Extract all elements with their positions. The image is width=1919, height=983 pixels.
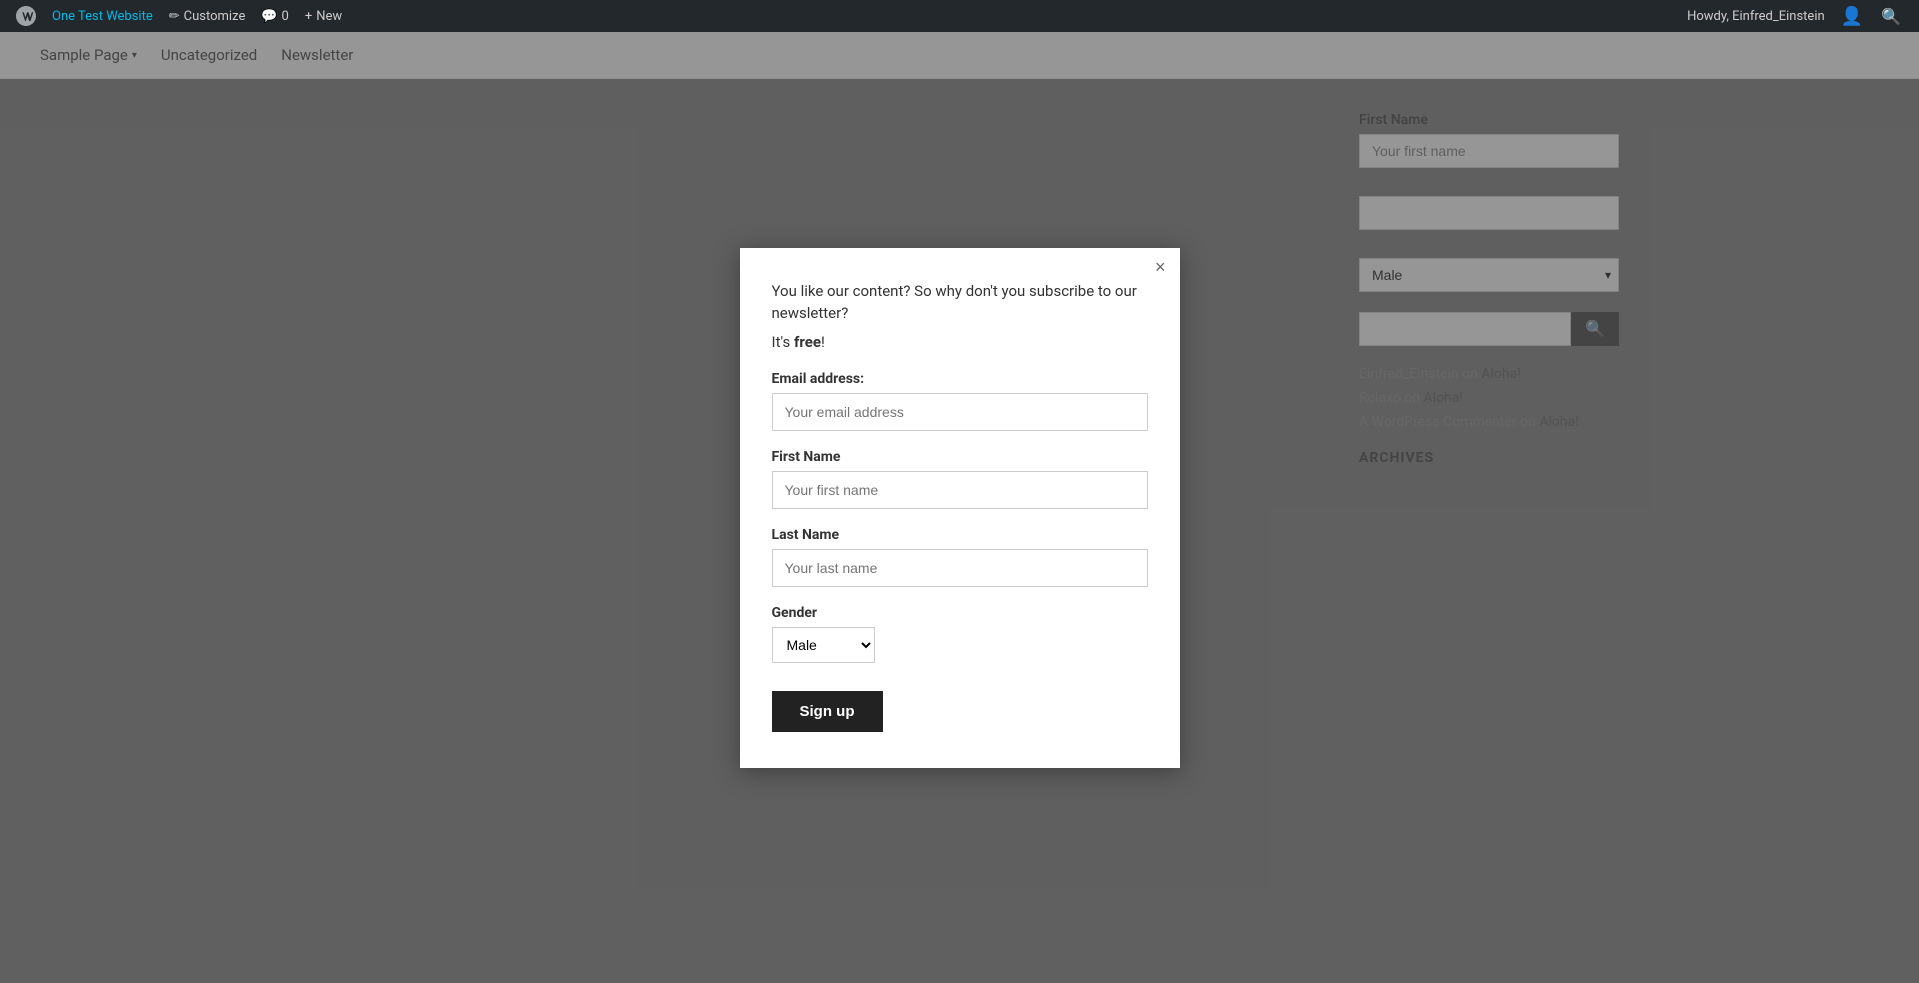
firstname-label: First Name [772, 449, 1148, 465]
modal-close-button[interactable]: × [1155, 258, 1166, 276]
gender-select[interactable]: Male Female Other [772, 627, 875, 663]
avatar-link[interactable]: 👤 [1833, 0, 1871, 32]
howdy-text: Howdy, Einfred_Einstein [1679, 9, 1833, 24]
firstname-input[interactable] [772, 471, 1148, 509]
admin-bar-right: Howdy, Einfred_Einstein 👤 🔍 [1679, 0, 1911, 32]
wp-logo-item[interactable] [8, 0, 44, 32]
gender-group: Gender Male Female Other [772, 605, 1148, 663]
lastname-input[interactable] [772, 549, 1148, 587]
site-name-link[interactable]: One Test Website [44, 0, 161, 32]
new-content-link[interactable]: + New [297, 0, 350, 32]
email-group: Email address: [772, 371, 1148, 431]
signup-button[interactable]: Sign up [772, 691, 883, 732]
newsletter-modal: × You like our content? So why don't you… [740, 248, 1180, 768]
gender-label: Gender [772, 605, 1148, 621]
admin-bar: One Test Website ✏ Customize 💬 0 + New H… [0, 0, 1919, 32]
comments-link[interactable]: 💬 0 [253, 0, 297, 32]
lastname-label: Last Name [772, 527, 1148, 543]
lastname-group: Last Name [772, 527, 1148, 587]
firstname-group: First Name [772, 449, 1148, 509]
site-content: Sample Page ▾ Uncategorized Newsletter F… [0, 32, 1919, 983]
modal-headline: You like our content? So why don't you s… [772, 280, 1148, 325]
admin-search-button[interactable]: 🔍 [1871, 0, 1911, 32]
modal-subtext: It's free! [772, 333, 1148, 351]
email-label: Email address: [772, 371, 1148, 387]
email-input[interactable] [772, 393, 1148, 431]
customize-link[interactable]: ✏ Customize [161, 0, 254, 32]
